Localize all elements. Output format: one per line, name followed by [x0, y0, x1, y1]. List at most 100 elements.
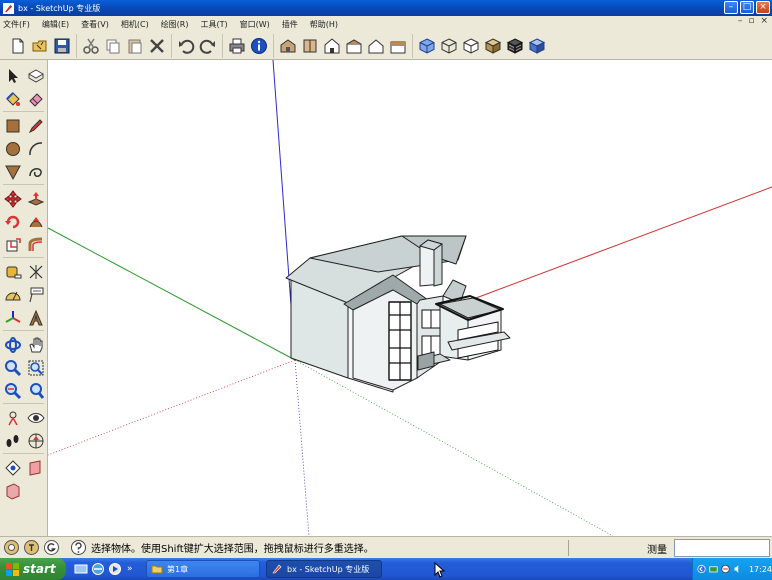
- taskbar-item-sketchup[interactable]: bx - SketchUp 专业版: [266, 560, 382, 578]
- internet-explorer-icon[interactable]: [91, 562, 105, 576]
- position-camera-button[interactable]: [1, 407, 24, 429]
- paint-bucket-button[interactable]: [1, 88, 24, 110]
- doc-close-icon[interactable]: ×: [760, 16, 768, 26]
- pan-tool-button[interactable]: [24, 334, 47, 356]
- rotate-tool-button[interactable]: [1, 211, 24, 233]
- redo-button[interactable]: [197, 35, 219, 57]
- new-button[interactable]: [7, 35, 29, 57]
- monochrome-button[interactable]: [526, 35, 548, 57]
- wireframe-button[interactable]: [438, 35, 460, 57]
- zoom-extents-button[interactable]: [1, 380, 24, 402]
- save-button[interactable]: [51, 35, 73, 57]
- hidden-line-button[interactable]: [460, 35, 482, 57]
- section-fill-button[interactable]: [24, 457, 47, 479]
- scale-tool-button[interactable]: [1, 234, 24, 256]
- section-plane-button[interactable]: [24, 430, 47, 452]
- rectangle-tool-button[interactable]: [1, 115, 24, 137]
- tape-measure-button[interactable]: [1, 261, 24, 283]
- measurements-input[interactable]: [674, 539, 770, 557]
- sandbox-tool-button[interactable]: [1, 457, 24, 479]
- text-tool-button[interactable]: [24, 284, 47, 306]
- menu-view[interactable]: 查看(V): [81, 19, 109, 30]
- right-view-button[interactable]: [343, 35, 365, 57]
- model-info-button[interactable]: [248, 35, 270, 57]
- save-icon: [54, 38, 70, 53]
- tray-arrow-icon[interactable]: [697, 563, 706, 575]
- follow-me-tool-button[interactable]: [24, 211, 47, 233]
- print-button[interactable]: [226, 35, 248, 57]
- undo-button[interactable]: [175, 35, 197, 57]
- credits-icon[interactable]: [23, 539, 40, 556]
- quick-launch-more[interactable]: »: [127, 564, 133, 574]
- 3d-text-tool-button[interactable]: [24, 307, 47, 329]
- front-view-button[interactable]: [321, 35, 343, 57]
- menu-camera[interactable]: 相机(C): [121, 19, 149, 30]
- windows-flag-icon: [6, 562, 19, 576]
- 3d-text-icon: [28, 309, 43, 325]
- copy-button[interactable]: [102, 35, 124, 57]
- select-tool-button[interactable]: [1, 65, 24, 87]
- iso-view-button[interactable]: [277, 35, 299, 57]
- minimize-button[interactable]: –: [724, 1, 738, 14]
- previous-view-button[interactable]: [24, 380, 47, 402]
- circle-tool-button[interactable]: [1, 138, 24, 160]
- doc-restore-icon[interactable]: ▫: [748, 16, 754, 26]
- look-around-button[interactable]: [24, 407, 47, 429]
- google-sign-in-icon[interactable]: [43, 539, 60, 556]
- show-desktop-icon[interactable]: [74, 562, 88, 576]
- paste-button[interactable]: [124, 35, 146, 57]
- help-question-icon[interactable]: [70, 539, 87, 556]
- dimension-tool-button[interactable]: [24, 261, 47, 283]
- zoom-extents-icon: [4, 382, 21, 399]
- close-button[interactable]: ×: [756, 1, 770, 14]
- menu-plugins[interactable]: 插件: [282, 19, 298, 30]
- taskbar-item-chapter1[interactable]: 第1章: [146, 560, 260, 578]
- top-view-button[interactable]: [299, 35, 321, 57]
- eraser-button[interactable]: [24, 88, 47, 110]
- axis-green-negative: [294, 359, 614, 536]
- protractor-button[interactable]: [1, 284, 24, 306]
- polygon-tool-button[interactable]: [1, 161, 24, 183]
- menu-window[interactable]: 窗口(W): [240, 19, 270, 30]
- start-button[interactable]: start: [0, 558, 66, 580]
- section-display-button[interactable]: [1, 480, 24, 502]
- copy-icon: [106, 39, 120, 53]
- offset-tool-button[interactable]: [24, 234, 47, 256]
- axes-tool-button[interactable]: [1, 307, 24, 329]
- shaded-textures-button[interactable]: [504, 35, 526, 57]
- top-view-icon: [303, 39, 317, 52]
- freehand-tool-button[interactable]: [24, 161, 47, 183]
- left-view-button[interactable]: [387, 35, 409, 57]
- menu-file[interactable]: 文件(F): [3, 19, 30, 30]
- make-component-button[interactable]: [24, 65, 47, 87]
- house-model[interactable]: [285, 235, 511, 393]
- zoom-tool-button[interactable]: [1, 357, 24, 379]
- maximize-button[interactable]: □: [740, 1, 754, 14]
- open-button[interactable]: [29, 35, 51, 57]
- cut-button[interactable]: [80, 35, 102, 57]
- shaded-button[interactable]: [482, 35, 504, 57]
- model-viewport[interactable]: [48, 60, 772, 536]
- shaded-textures-icon: [506, 37, 524, 54]
- network-icon[interactable]: [709, 563, 718, 575]
- back-view-button[interactable]: [365, 35, 387, 57]
- menu-edit[interactable]: 编辑(E): [42, 19, 69, 30]
- zoom-window-button[interactable]: [24, 357, 47, 379]
- erase-button[interactable]: [146, 35, 168, 57]
- arc-tool-button[interactable]: [24, 138, 47, 160]
- media-player-icon[interactable]: [108, 562, 122, 576]
- geo-location-icon[interactable]: [3, 539, 20, 556]
- walk-tool-button[interactable]: [1, 430, 24, 452]
- doc-minimize-icon[interactable]: –: [738, 16, 743, 26]
- orbit-tool-button[interactable]: [1, 334, 24, 356]
- move-tool-button[interactable]: [1, 188, 24, 210]
- menu-help[interactable]: 帮助(H): [310, 19, 338, 30]
- ime-icon[interactable]: [721, 563, 730, 575]
- line-tool-button[interactable]: [24, 115, 47, 137]
- menu-draw[interactable]: 绘图(R): [161, 19, 189, 30]
- undo-toolbar-group: [171, 33, 222, 58]
- volume-icon[interactable]: [733, 563, 742, 575]
- push-pull-tool-button[interactable]: [24, 188, 47, 210]
- xray-button[interactable]: [416, 35, 438, 57]
- menu-tools[interactable]: 工具(T): [201, 19, 228, 30]
